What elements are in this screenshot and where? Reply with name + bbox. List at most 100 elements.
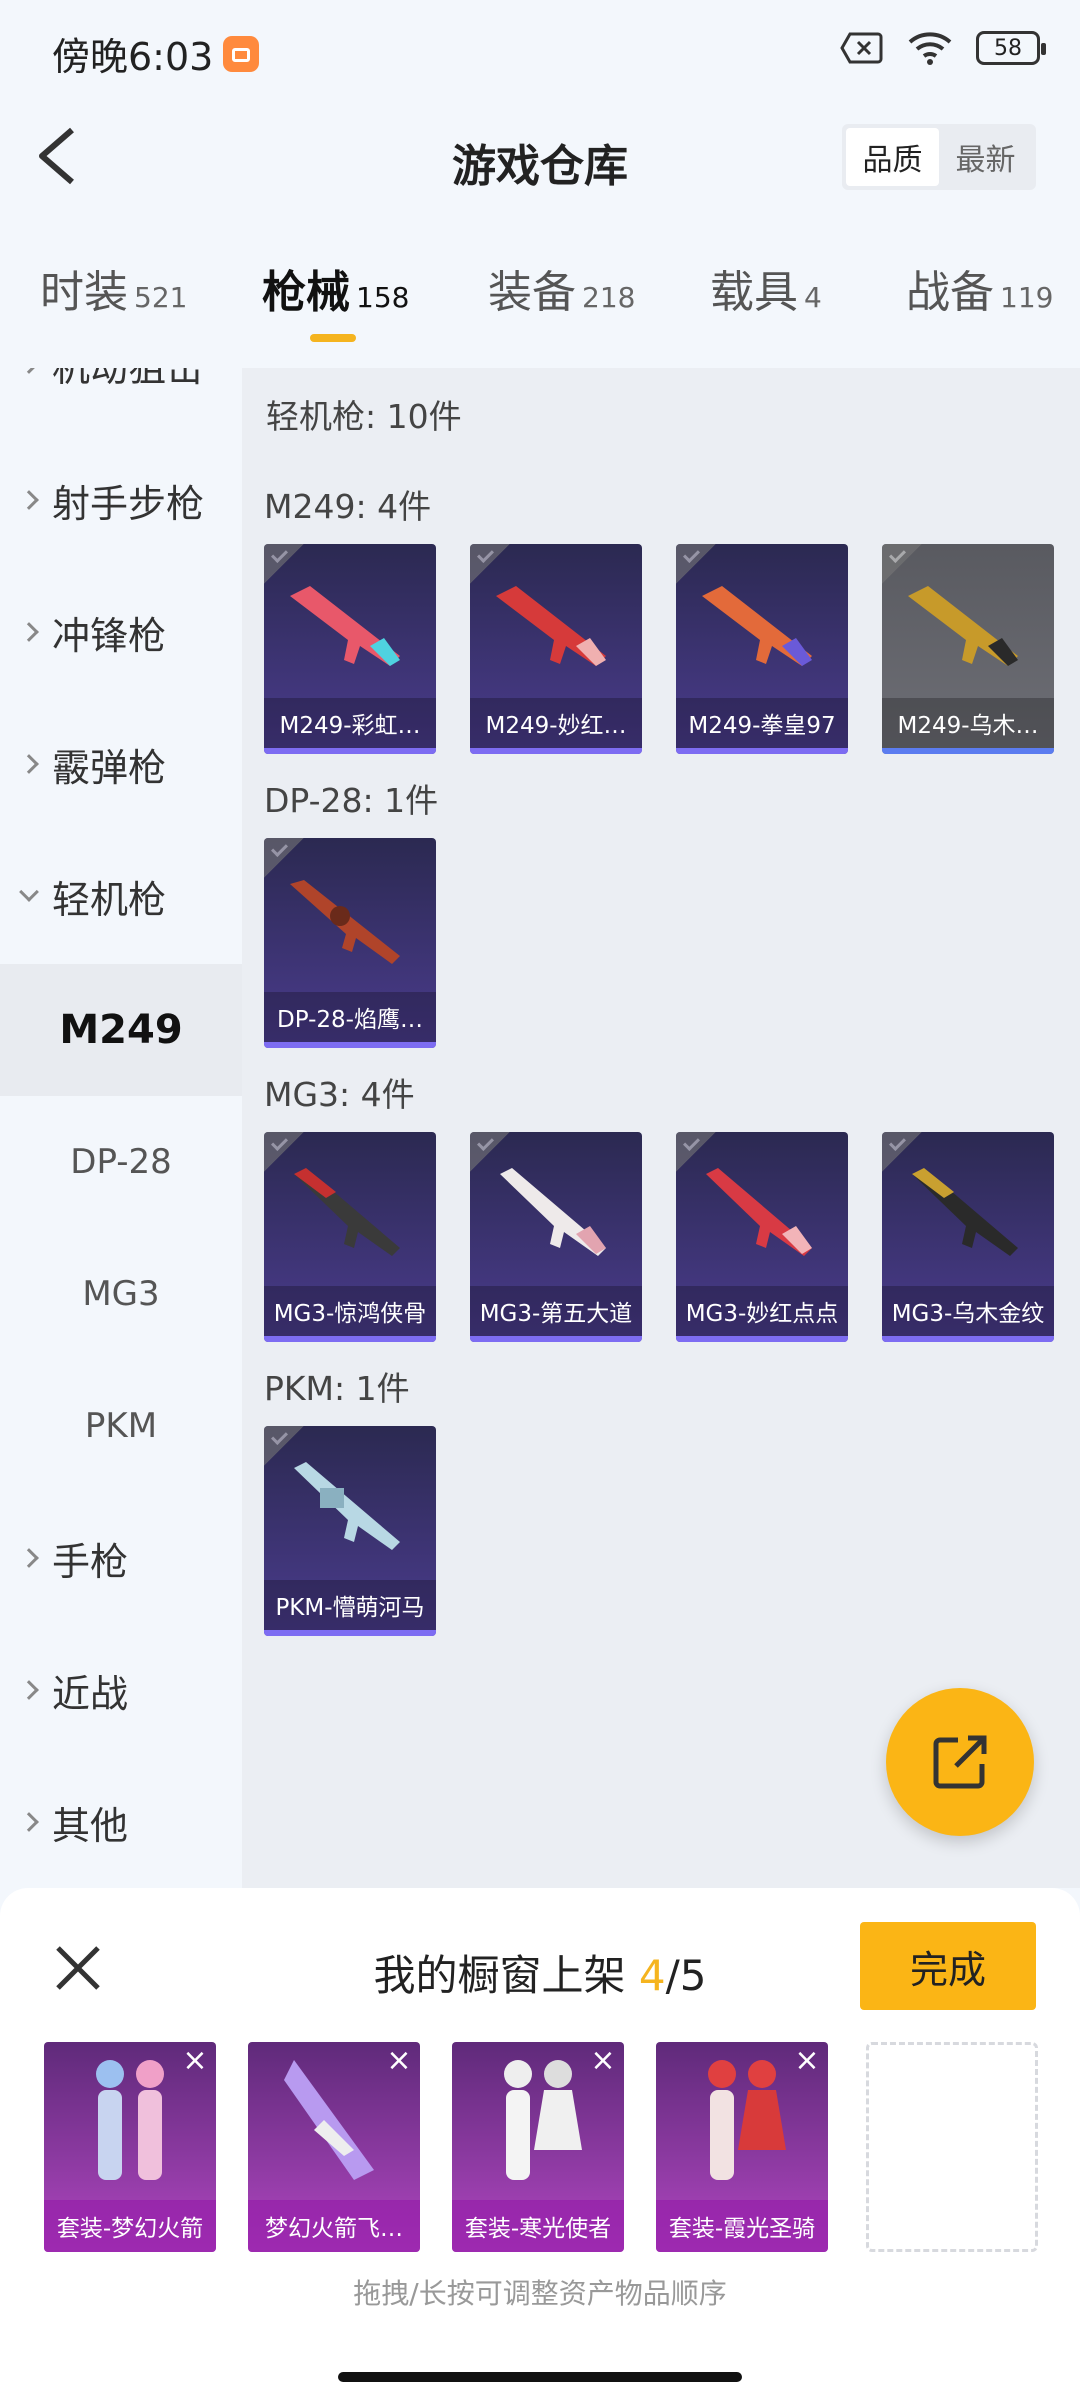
showcase-item-name: 套装-寒光使者 [452,2200,624,2252]
weapon-card[interactable]: M249-拳皇97 [676,544,848,754]
tab-count: 521 [134,281,188,314]
remove-item-icon[interactable]: × [384,2046,414,2076]
sidebar-sub-pkm[interactable]: PKM [0,1360,242,1492]
sim-off-icon [840,32,883,64]
weapon-card-name: M249-乌木… [882,698,1054,748]
weapon-list: 轻机枪: 10件 M249: 4件 M249-彩虹… M249-妙红… M249… [242,368,1080,1888]
lmg-icon [908,586,1018,666]
sidebar-item-pistol[interactable]: 手枪 [0,1492,242,1624]
sort-quality-button[interactable]: 品质 [846,128,939,186]
sidebar-item-smg[interactable]: 冲锋枪 [0,566,242,698]
status-icons: 58 [840,30,1046,66]
done-button[interactable]: 完成 [860,1922,1036,2010]
weapon-card[interactable]: MG3-乌木金纹 [882,1132,1054,1342]
share-fab-button[interactable] [886,1688,1034,1836]
weapon-card-name: PKM-懵萌河马 [264,1580,436,1630]
remove-item-icon[interactable]: × [792,2046,822,2076]
chevron-right-icon [19,754,39,774]
chevron-left-icon [39,127,74,185]
battery-icon: 58 [976,31,1046,65]
sidebar-sub-m249[interactable]: M249 [0,964,242,1096]
lmg-icon [294,1168,400,1256]
active-tab-indicator [310,334,356,342]
chevron-right-icon [19,1812,39,1832]
outfit-icon [96,2060,164,2180]
sidebar-item-lmg[interactable]: 轻机枪 [0,830,242,962]
status-time: 傍晚6:03 [52,26,260,81]
sidebar-item-label: 机动狙击 [52,368,204,392]
weapon-card[interactable]: M249-妙红… [470,544,642,754]
sidebar-item-marksman-sniper[interactable]: 机动狙击 [0,368,242,430]
weapon-card-name: M249-妙红… [470,698,642,748]
glider-icon [284,2060,374,2180]
chevron-right-icon [19,368,39,374]
tab-count: 4 [804,281,822,314]
lmg-icon [294,1462,400,1550]
weapon-card[interactable]: MG3-第五大道 [470,1132,642,1342]
sidebar-item-label: 其他 [52,1803,129,1848]
sidebar-item-label: 手枪 [52,1539,129,1584]
chevron-right-icon [19,1680,39,1700]
tab-label: 战备 [906,267,994,318]
weapon-card[interactable]: MG3-妙红点点 [676,1132,848,1342]
tab-equipment[interactable]: 装备 218 [488,256,635,320]
weapon-card[interactable]: PKM-懵萌河马 [264,1426,436,1636]
showcase-item[interactable]: × 套装-霞光圣骑 [656,2042,828,2252]
sidebar-item-melee[interactable]: 近战 [0,1624,242,1756]
sidebar-item-label: 霰弹枪 [52,745,167,790]
chevron-right-icon [19,1548,39,1568]
lmg-icon [702,586,812,666]
back-button[interactable] [28,120,88,192]
empty-showcase-slot[interactable] [866,2042,1038,2252]
group-title-dp28: DP-28: 1件 [264,781,439,820]
sidebar-sub-dp28[interactable]: DP-28 [0,1096,242,1228]
sidebar-item-label: 冲锋枪 [52,613,167,658]
weapon-card-name: DP-28-焰鹰… [264,992,436,1042]
chevron-right-icon [19,622,39,642]
outfit-icon [504,2060,582,2180]
tab-label: 枪械 [262,267,350,318]
outfit-icon [708,2060,786,2180]
showcase-item[interactable]: × 套装-梦幻火箭 [44,2042,216,2252]
lmg-icon [500,1168,606,1256]
weapon-card[interactable]: MG3-惊鸿侠骨 [264,1132,436,1342]
showcase-item-name: 套装-霞光圣骑 [656,2200,828,2252]
category-tabs: 时装 521 枪械 158 装备 218 载具 4 战备 119 [0,256,1080,356]
home-indicator[interactable] [338,2372,742,2382]
weapon-card-name: MG3-妙红点点 [676,1286,848,1336]
tab-label: 时装 [40,267,128,318]
showcase-item[interactable]: × 梦幻火箭飞… [248,2042,420,2252]
sidebar-item-label: 轻机枪 [52,877,167,922]
remove-item-icon[interactable]: × [180,2046,210,2076]
sidebar-item-label: 近战 [52,1671,129,1716]
lmg-icon [706,1168,812,1256]
tab-count: 218 [582,281,636,314]
weapon-card[interactable]: M249-乌木… [882,544,1054,754]
sidebar-item-shotgun[interactable]: 霰弹枪 [0,698,242,830]
tab-count: 158 [356,281,410,314]
weapon-card[interactable]: M249-彩虹… [264,544,436,754]
group-title-mg3: MG3: 4件 [264,1075,415,1114]
weapon-card[interactable]: DP-28-焰鹰… [264,838,436,1048]
sidebar-item-dmr[interactable]: 射手步枪 [0,434,242,566]
close-button[interactable] [50,1940,106,1996]
sidebar-sub-mg3[interactable]: MG3 [0,1228,242,1360]
sidebar-item-other[interactable]: 其他 [0,1756,242,1888]
group-title-pkm: PKM: 1件 [264,1369,410,1408]
lmg-icon [290,586,400,666]
tab-fashion[interactable]: 时装 521 [40,256,187,320]
wifi-icon [908,32,952,65]
tab-label: 装备 [488,267,576,318]
showcase-item-name: 梦幻火箭飞… [248,2200,420,2252]
chevron-right-icon [19,490,39,510]
tab-vehicles[interactable]: 载具 4 [710,256,822,320]
sort-latest-button[interactable]: 最新 [939,128,1032,186]
clock-text: 傍晚6:03 [52,35,214,79]
tab-firearms[interactable]: 枪械 158 [262,256,409,320]
showcase-item[interactable]: × 套装-寒光使者 [452,2042,624,2252]
tab-combat-gear[interactable]: 战备 119 [906,256,1053,320]
remove-item-icon[interactable]: × [588,2046,618,2076]
sidebar: 机动狙击 射手步枪 冲锋枪 霰弹枪 轻机枪 M249 DP-28 MG3 PKM… [0,368,242,1888]
group-title-m249: M249: 4件 [264,487,432,526]
tab-label: 载具 [710,267,798,318]
